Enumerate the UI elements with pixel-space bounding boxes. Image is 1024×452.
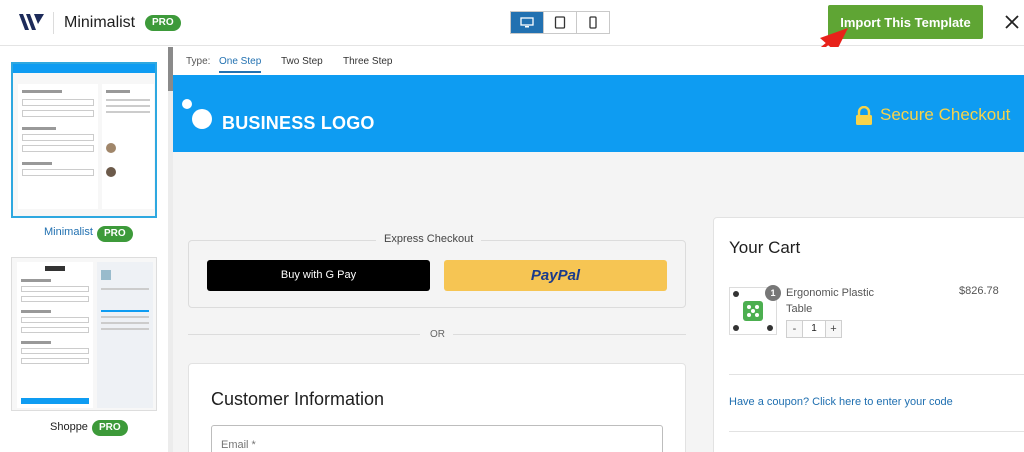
qty-plus-button[interactable]: + [825, 320, 842, 338]
google-pay-button[interactable]: Buy with G Pay [207, 260, 430, 291]
type-bar: Type: One Step Two Step Three Step [173, 47, 1024, 75]
cart-divider [729, 374, 1024, 375]
item-qty-badge: 1 [765, 285, 781, 301]
or-divider-right [453, 334, 686, 335]
cart-divider [729, 431, 1024, 432]
business-logo-text: BUSINESS LOGO [222, 113, 375, 133]
template-name-shoppe[interactable]: Shoppe [50, 421, 88, 433]
top-bar: Minimalist PRO Import This Template [0, 0, 1024, 46]
qty-value[interactable]: 1 [803, 320, 825, 338]
thumb-cart [97, 262, 153, 408]
secure-checkout-text: Secure Checkout [880, 105, 1011, 124]
coupon-link[interactable]: Have a coupon? Click here to enter your … [729, 396, 953, 408]
product-name: Ergonomic Plastic Table [786, 287, 875, 315]
or-divider-left [188, 334, 420, 335]
paypal-button[interactable]: PayPal [444, 260, 667, 291]
mobile-icon [589, 16, 597, 29]
express-checkout-title: Express Checkout [376, 233, 482, 245]
template-name-minimalist[interactable]: Minimalist [44, 226, 93, 238]
device-switcher [510, 11, 610, 34]
checkout-banner: BUSINESS LOGO Secure Checkout [173, 75, 1024, 152]
template-title: Minimalist [64, 14, 136, 31]
template-sidebar: Minimalist PRO Shoppe PRO [0, 47, 168, 452]
header-divider [53, 12, 54, 34]
type-label: Type: [186, 56, 211, 67]
pro-badge: PRO [145, 15, 181, 31]
quantity-stepper: - 1 + [786, 320, 842, 338]
mobile-view-button[interactable] [577, 12, 609, 33]
desktop-view-button[interactable] [511, 12, 544, 33]
tablet-icon [554, 16, 566, 29]
business-logo-icon [182, 99, 212, 129]
product-price: $826.78 [959, 285, 999, 297]
or-text: OR [430, 329, 445, 340]
customer-info-title: Customer Information [211, 389, 385, 409]
thumb-form [18, 84, 98, 209]
close-icon[interactable] [1004, 14, 1020, 30]
lock-icon [856, 106, 872, 125]
tab-one-step[interactable]: One Step [219, 56, 262, 73]
checkout-preview: BUSINESS LOGO Secure Checkout Express Ch… [173, 75, 1024, 452]
email-field[interactable] [211, 425, 663, 452]
thumb-cart [102, 84, 154, 209]
qty-minus-button[interactable]: - [786, 320, 803, 338]
tab-three-step[interactable]: Three Step [343, 56, 392, 67]
pro-badge: PRO [97, 226, 133, 242]
tab-two-step[interactable]: Two Step [281, 56, 323, 67]
pro-badge: PRO [92, 420, 128, 436]
thumb-form [17, 262, 93, 408]
desktop-icon [520, 16, 534, 27]
cart-title: Your Cart [729, 238, 801, 257]
tablet-view-button[interactable] [544, 12, 577, 33]
template-thumb-shoppe[interactable] [11, 257, 157, 411]
template-thumb-minimalist[interactable] [11, 62, 157, 218]
brand-logo-icon [19, 14, 44, 30]
thumb-header [13, 64, 155, 73]
